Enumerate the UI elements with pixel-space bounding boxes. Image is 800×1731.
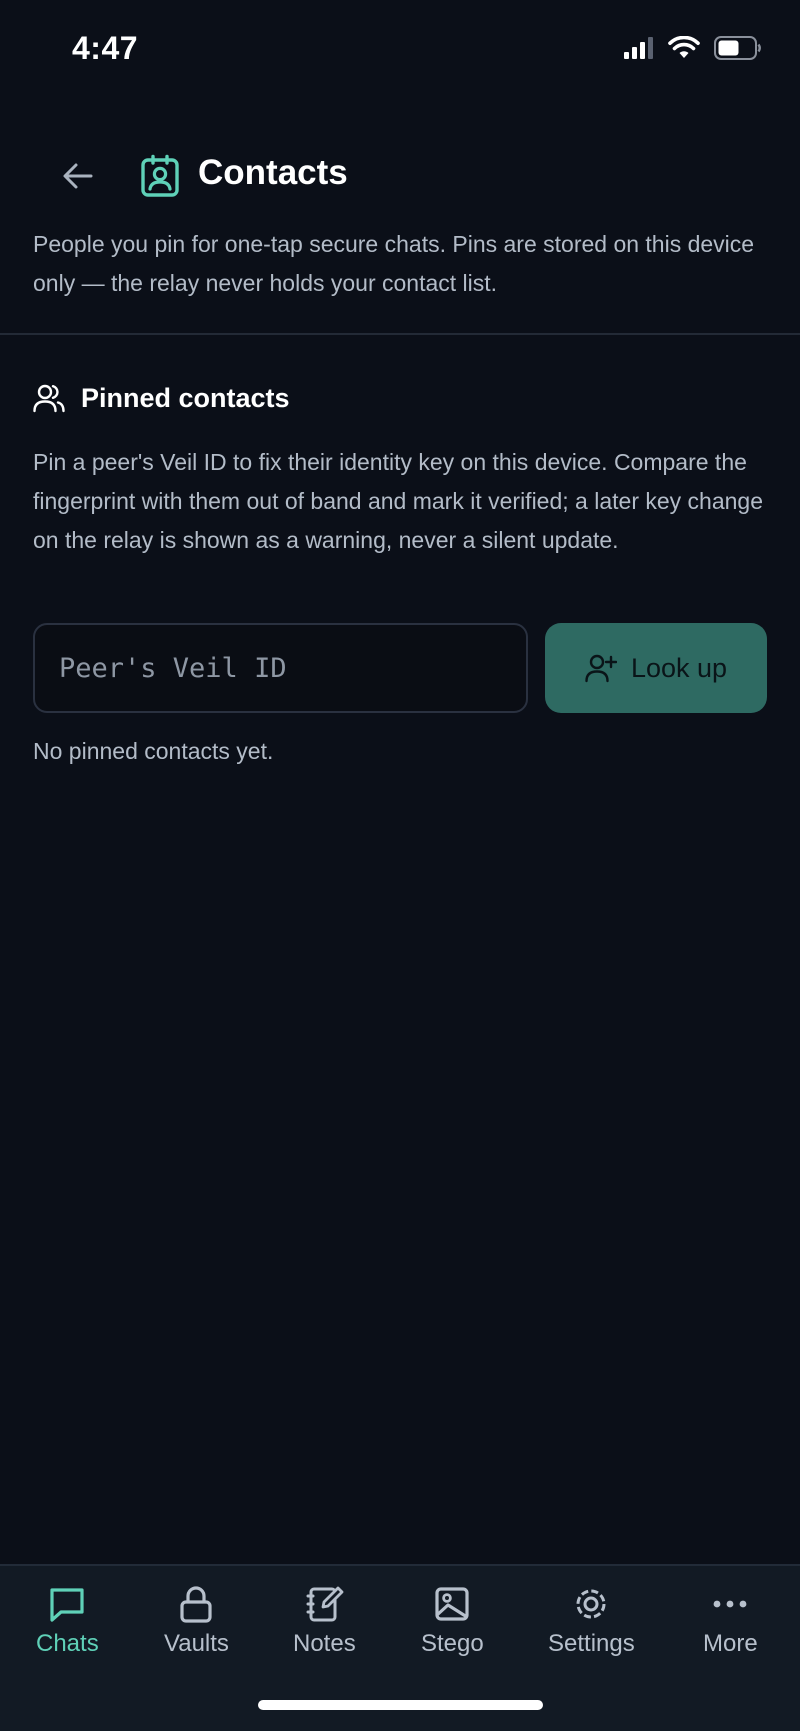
wifi-icon: [668, 36, 700, 58]
contact-badge-icon: [141, 154, 179, 197]
nav-tab-settings[interactable]: Settings: [548, 1584, 635, 1658]
intro-text: People you pin for one-tap secure chats.…: [33, 231, 755, 296]
image-icon: [435, 1587, 469, 1621]
page-title: Contacts: [198, 153, 348, 192]
divider: [0, 333, 800, 335]
gear-icon: [576, 1589, 606, 1619]
section-title: Pinned contacts: [81, 382, 290, 413]
veil-id-input[interactable]: [33, 623, 528, 713]
empty-state: No pinned contacts yet.: [33, 738, 274, 764]
page-header: Contacts: [0, 140, 800, 210]
nav-tab-notes[interactable]: Notes: [293, 1584, 356, 1658]
chat-bubble-icon: [50, 1588, 84, 1622]
nav-label-vaults: Vaults: [164, 1630, 229, 1657]
battery-icon: [714, 36, 761, 60]
more-dots-icon: [713, 1600, 747, 1608]
arrow-left-icon: [63, 163, 93, 189]
contacts-screen: 4:47 Contacts People you pin for one-tap…: [0, 0, 800, 1731]
nav-label-notes: Notes: [293, 1630, 356, 1657]
status-icons: [624, 36, 762, 60]
nav-tab-stego[interactable]: Stego: [421, 1584, 484, 1658]
section-description: Pin a peer's Veil ID to fix their identi…: [33, 449, 764, 553]
status-time: 4:47: [72, 30, 139, 66]
nav-tab-chats[interactable]: Chats: [36, 1584, 99, 1658]
user-plus-icon: [585, 654, 617, 683]
nav-label-chats: Chats: [36, 1630, 99, 1657]
nav-label-more: More: [703, 1630, 758, 1657]
section-header: Pinned contacts: [33, 378, 290, 418]
status-bar: 4:47: [0, 0, 800, 100]
home-indicator: [258, 1700, 543, 1710]
users-icon: [33, 384, 65, 413]
lock-icon: [180, 1586, 213, 1623]
nav-label-stego: Stego: [421, 1630, 484, 1657]
nav-label-settings: Settings: [548, 1630, 635, 1657]
nav-tab-vaults[interactable]: Vaults: [164, 1584, 229, 1658]
look-up-label: Look up: [630, 652, 728, 683]
back-button[interactable]: [56, 154, 100, 198]
notebook-pen-icon: [306, 1586, 344, 1622]
look-up-button[interactable]: Look up: [545, 623, 767, 713]
cellular-signal-icon: [624, 37, 653, 59]
nav-tab-more[interactable]: More: [703, 1584, 758, 1658]
